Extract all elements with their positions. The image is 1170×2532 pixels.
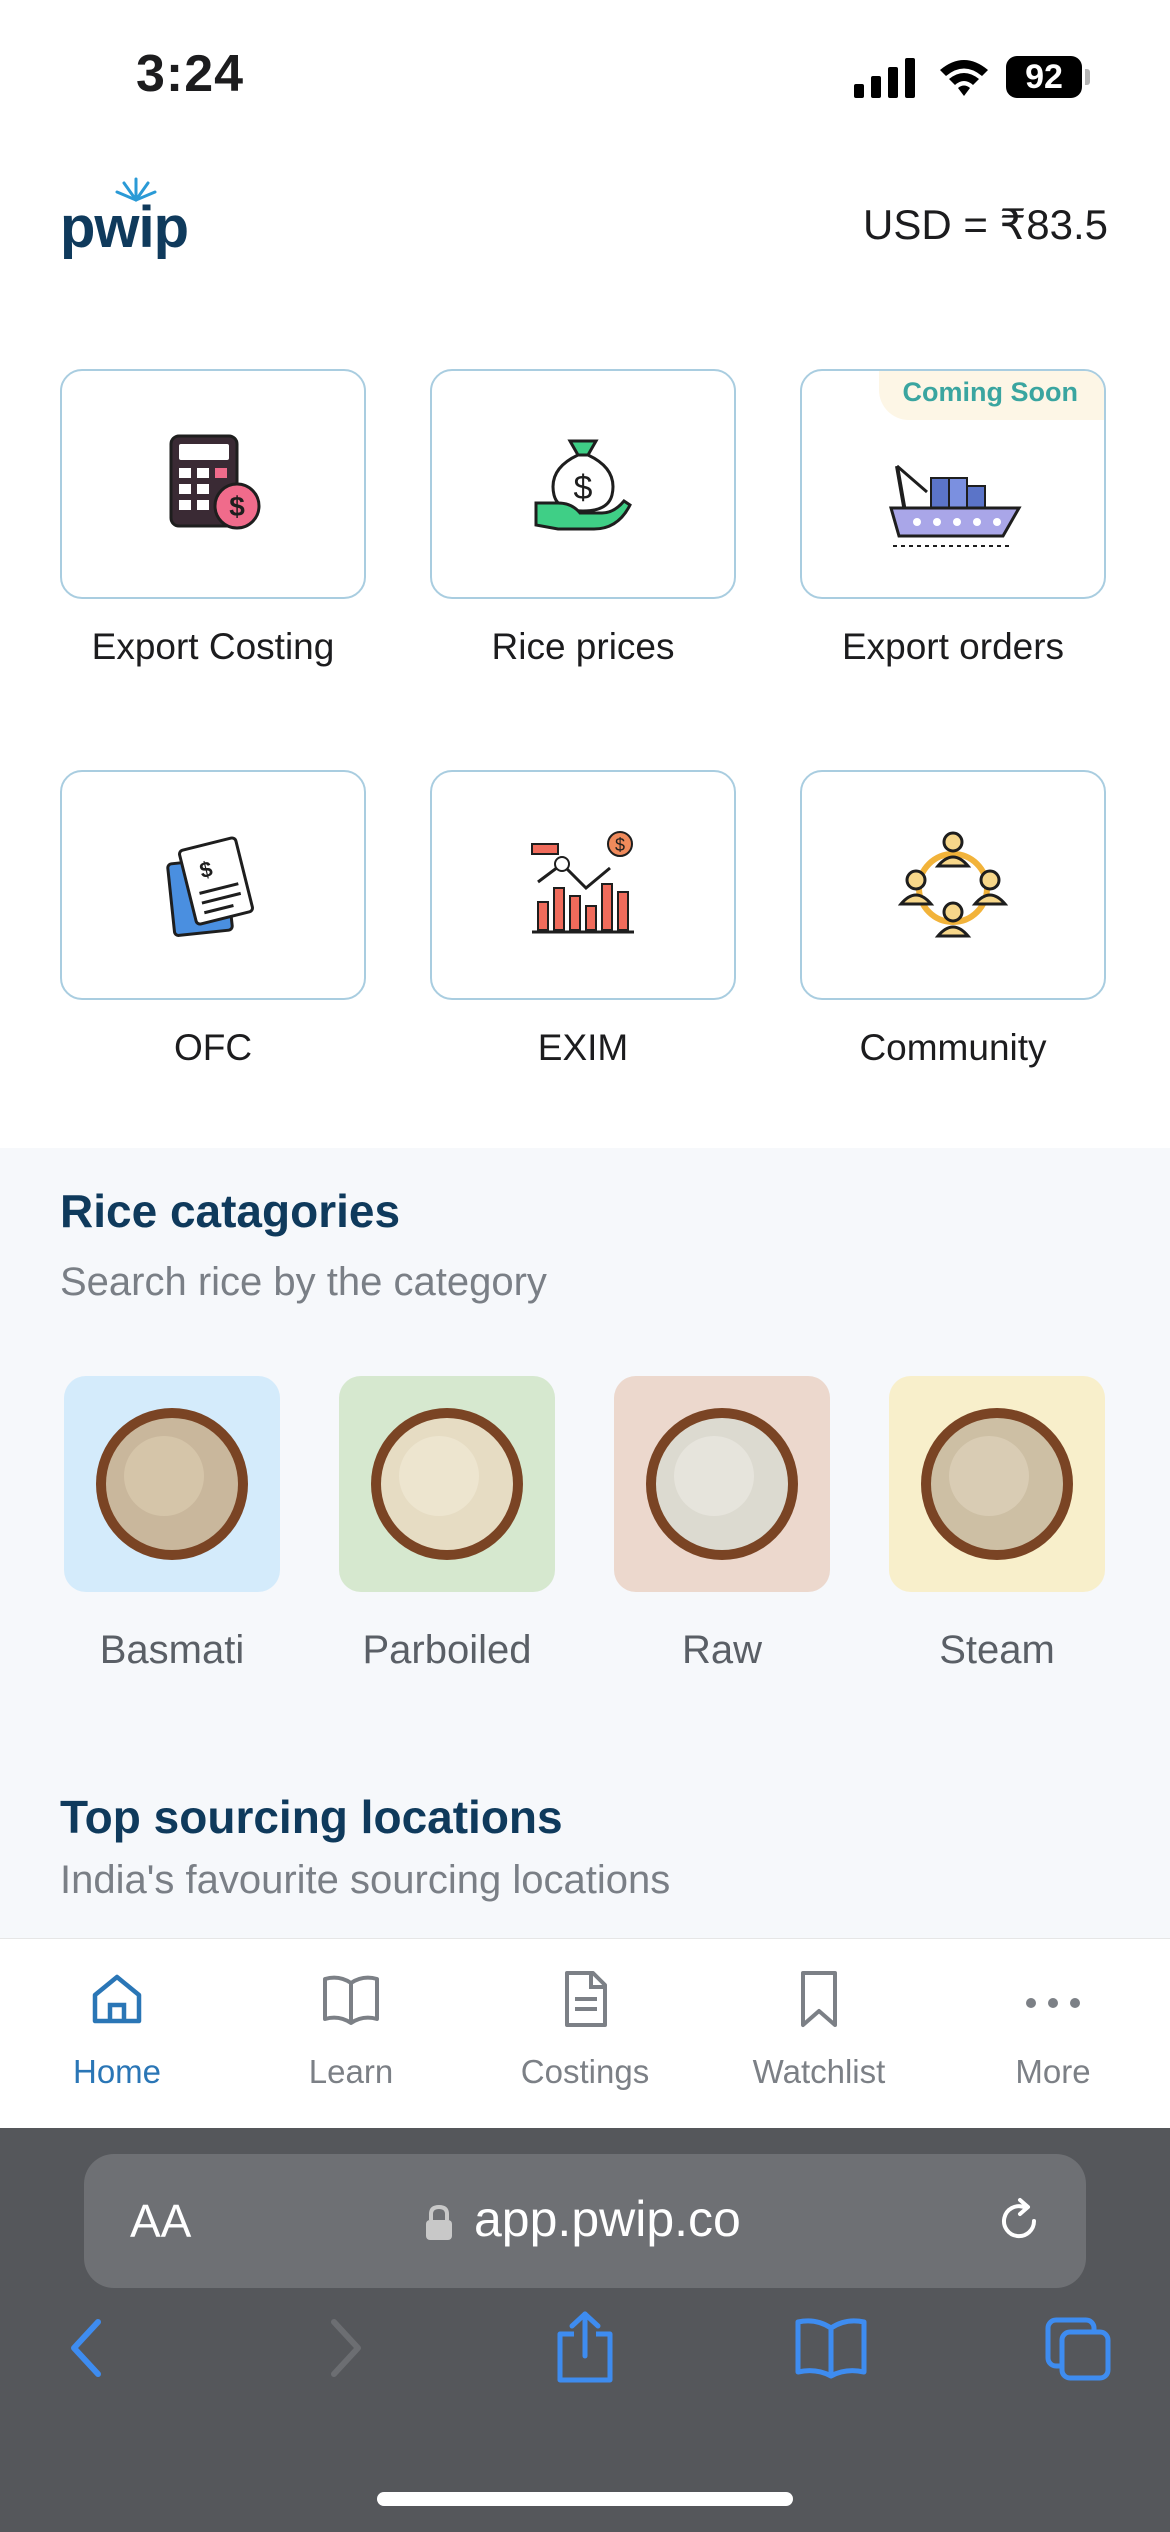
calculator-icon: $ xyxy=(169,434,261,530)
reload-icon[interactable] xyxy=(994,2196,1044,2246)
tabs-icon[interactable] xyxy=(1044,2316,1114,2382)
tab-label-learn: Learn xyxy=(308,2053,394,2090)
tab-more[interactable]: More xyxy=(936,1939,1170,2129)
tab-label-watchlist: Watchlist xyxy=(752,2053,886,2090)
url-text: app.pwip.co xyxy=(474,2191,741,2247)
coming-soon-badge: Coming Soon xyxy=(878,371,1104,420)
rice-bowl-image xyxy=(921,1408,1073,1560)
status-bar: 3:24 92 xyxy=(0,0,1170,150)
category-card-raw[interactable] xyxy=(614,1376,830,1592)
forward-icon[interactable] xyxy=(318,2316,368,2380)
text-size-label: AA xyxy=(130,2195,192,2247)
tile-export-orders[interactable]: Coming Soon xyxy=(800,369,1106,599)
tile-rice-prices[interactable]: $ xyxy=(430,369,736,599)
bar-chart-dollar-icon: $ xyxy=(531,831,634,934)
rice-bowl-image xyxy=(371,1408,523,1560)
rice-categories-subtitle: Search rice by the category xyxy=(60,1260,547,1304)
tile-exim[interactable]: $ xyxy=(430,770,736,1000)
book-icon xyxy=(323,1975,379,2025)
home-icon xyxy=(92,1974,142,2024)
category-label-basmati: Basmati xyxy=(99,1628,245,1672)
category-label-steam: Steam xyxy=(939,1628,1055,1672)
tile-label-rice-prices: Rice prices xyxy=(491,626,675,667)
more-dots-icon xyxy=(1026,1998,1080,2008)
tab-learn[interactable]: Learn xyxy=(234,1939,468,2129)
invoice-documents-icon: $ xyxy=(166,836,254,937)
community-people-icon xyxy=(898,831,1008,938)
wifi-icon xyxy=(940,60,988,96)
svg-text:$: $ xyxy=(229,491,245,522)
battery-indicator: 92 xyxy=(1006,56,1090,98)
bookmarks-icon[interactable] xyxy=(794,2316,868,2380)
tile-label-ofc: OFC xyxy=(173,1027,253,1068)
category-card-steam[interactable] xyxy=(889,1376,1105,1592)
status-time: 3:24 xyxy=(136,45,245,103)
money-bag-hand-icon: $ xyxy=(534,439,632,531)
tab-costings[interactable]: Costings xyxy=(468,1939,702,2129)
category-label-raw: Raw xyxy=(681,1628,763,1672)
svg-text:$: $ xyxy=(615,835,625,855)
tab-label-home: Home xyxy=(72,2053,162,2090)
logo-text: pwip xyxy=(60,195,189,260)
tab-home[interactable]: Home xyxy=(0,1939,234,2129)
category-card-parboiled[interactable] xyxy=(339,1376,555,1592)
safari-toolbar: AA app.pwip.co xyxy=(0,2128,1170,2532)
battery-level: 92 xyxy=(1006,56,1082,98)
tile-label-exim: EXIM xyxy=(537,1027,629,1068)
tile-export-costing[interactable]: $ xyxy=(60,369,366,599)
back-icon[interactable] xyxy=(64,2316,114,2380)
document-icon xyxy=(565,1971,607,2027)
tab-label-more: More xyxy=(1015,2053,1091,2090)
svg-text:$: $ xyxy=(574,469,593,507)
tile-label-export-orders: Export orders xyxy=(841,626,1065,667)
address-bar[interactable]: AA app.pwip.co xyxy=(84,2154,1086,2288)
rice-bowl-image xyxy=(96,1408,248,1560)
bookmark-icon xyxy=(801,1971,837,2027)
pwip-logo[interactable]: pwip xyxy=(60,176,189,260)
text-size-button[interactable]: AA xyxy=(130,2194,191,2248)
category-label-parboiled: Parboiled xyxy=(362,1628,532,1672)
tile-ofc[interactable]: $ xyxy=(60,770,366,1000)
lock-icon xyxy=(426,2204,452,2240)
home-indicator xyxy=(377,2492,793,2506)
tile-label-community: Community xyxy=(859,1027,1047,1068)
sourcing-subtitle: India's favourite sourcing locations xyxy=(60,1858,671,1902)
bottom-tab-bar: Home Learn Costings Watchlist More xyxy=(0,1938,1170,2129)
rice-categories-title: Rice catagories xyxy=(60,1185,401,1237)
tile-label-export-costing: Export Costing xyxy=(91,626,335,667)
rice-bowl-image xyxy=(646,1408,798,1560)
tab-watchlist[interactable]: Watchlist xyxy=(702,1939,936,2129)
cellular-signal-icon xyxy=(854,58,915,98)
currency-rate: USD = ₹83.5 xyxy=(862,201,1108,248)
share-icon[interactable] xyxy=(552,2310,618,2384)
sourcing-title: Top sourcing locations xyxy=(60,1791,563,1843)
category-card-basmati[interactable] xyxy=(64,1376,280,1592)
tab-label-costings: Costings xyxy=(520,2053,650,2090)
cargo-ship-icon xyxy=(889,464,1022,548)
tile-community[interactable] xyxy=(800,770,1106,1000)
